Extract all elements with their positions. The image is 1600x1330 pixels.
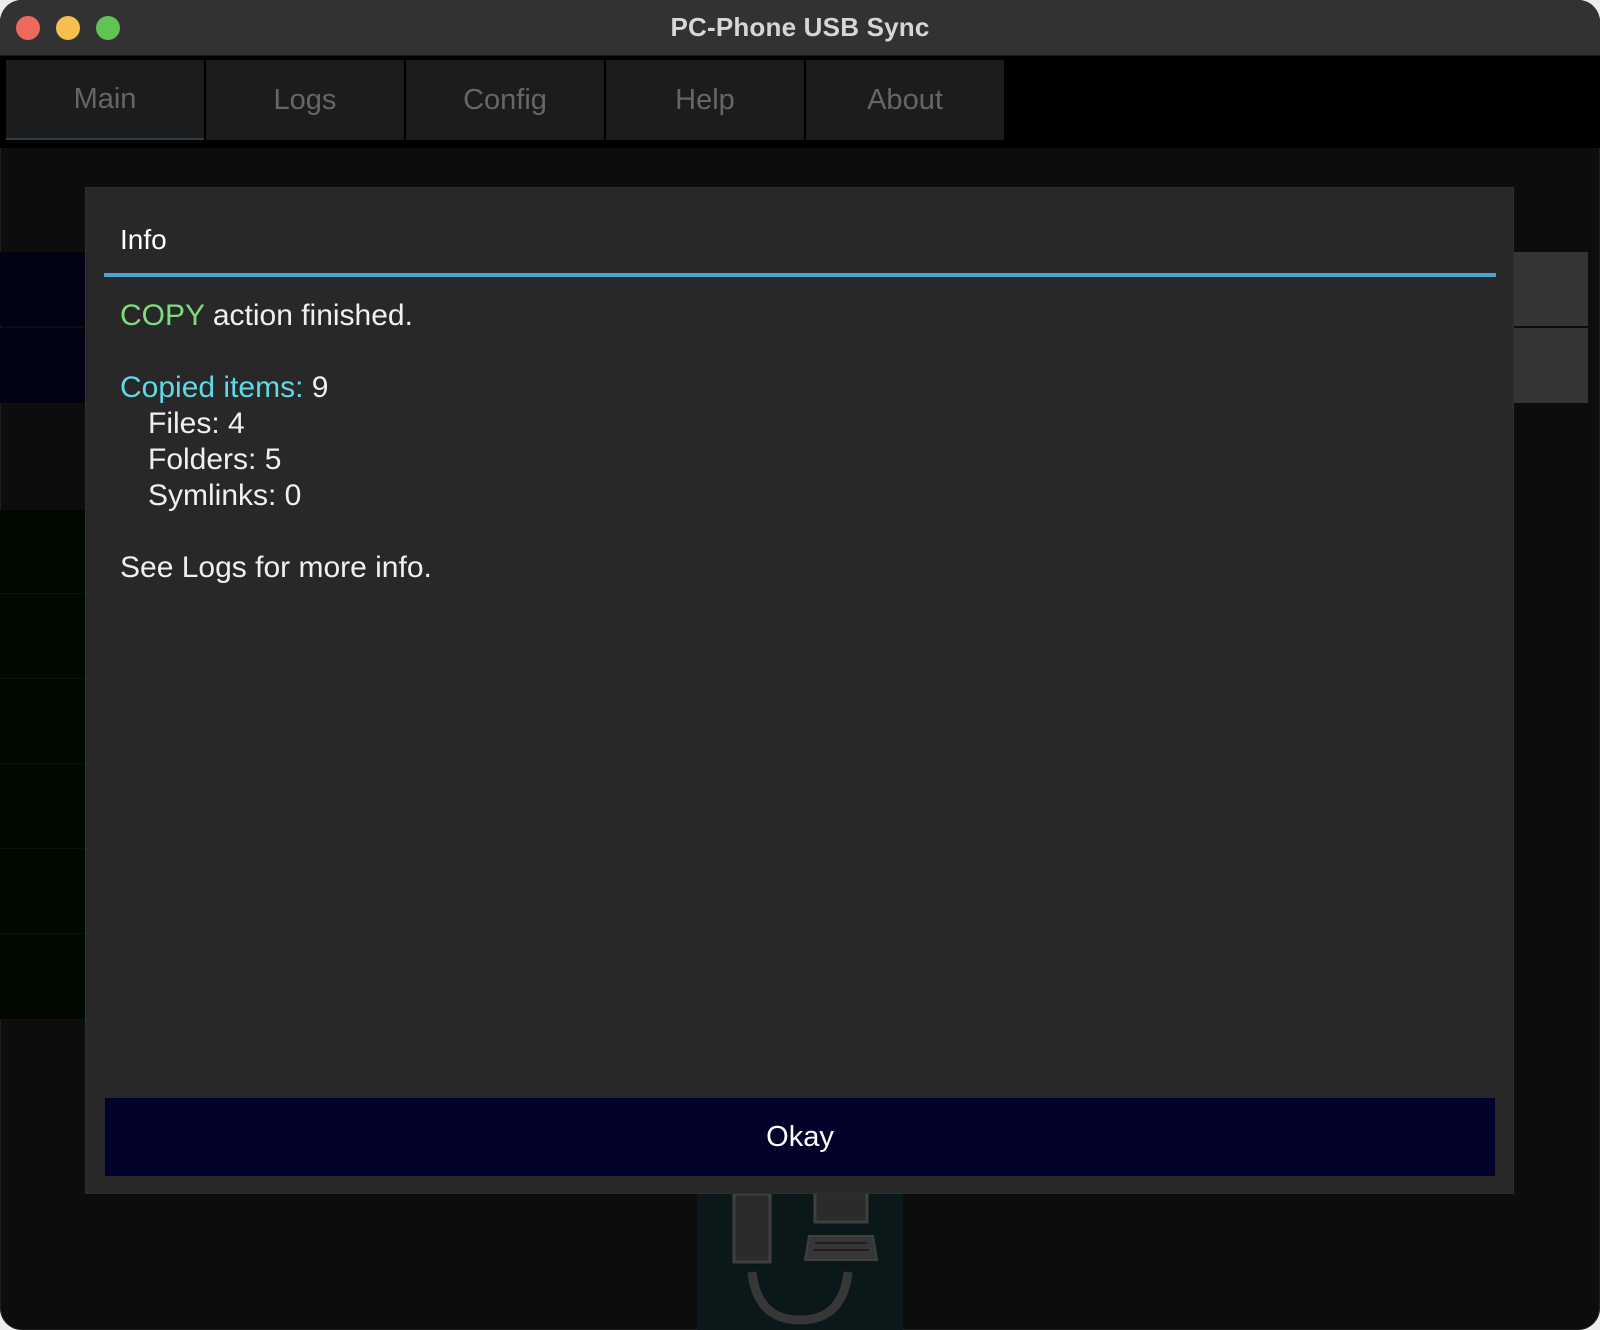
info-dialog: Info COPY action finished. Copied items:… [86, 188, 1513, 1193]
dialog-divider [104, 273, 1496, 277]
window-title: PC-Phone USB Sync [670, 12, 930, 42]
tab-main[interactable]: Main [6, 60, 204, 140]
dialog-title: Info [120, 224, 167, 255]
see-logs-text: See Logs for more info. [120, 551, 432, 584]
tab-help[interactable]: Help [606, 60, 804, 140]
tab-bar: Main Logs Config Help About [0, 56, 1600, 148]
app-window: PC-Phone USB Sync Main Logs Config Help … [0, 0, 1600, 1330]
folders-count: Folders: 5 [148, 443, 282, 476]
copied-items-label: Copied items: [120, 371, 304, 404]
title-bar[interactable]: PC-Phone USB Sync [0, 0, 1600, 56]
copied-items-value: 9 [303, 371, 329, 404]
action-name: COPY [120, 299, 205, 332]
copied-items-line: Copied items: 9 [120, 370, 432, 406]
tab-config[interactable]: Config [406, 60, 604, 140]
tab-logs[interactable]: Logs [206, 60, 404, 140]
tab-about[interactable]: About [806, 60, 1004, 140]
dialog-message: COPY action finished. Copied items: 9 Fi… [120, 298, 432, 586]
okay-button[interactable]: Okay [105, 1098, 1495, 1176]
action-suffix: action finished. [204, 299, 413, 332]
symlinks-count: Symlinks: 0 [148, 479, 302, 512]
files-count: Files: 4 [148, 407, 245, 440]
action-finished-line: COPY action finished. [120, 298, 432, 334]
